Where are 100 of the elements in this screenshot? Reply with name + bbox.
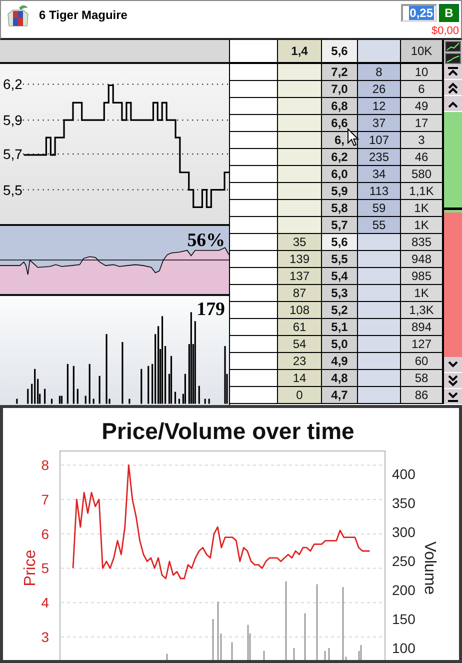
back-amount-cell[interactable]	[278, 132, 322, 148]
chart-icon[interactable]	[445, 41, 461, 52]
traded-volume-cell: 127	[401, 336, 444, 352]
back-amount-cell[interactable]	[278, 183, 322, 199]
lay-amount-cell[interactable]	[358, 268, 401, 284]
back-amount-cell[interactable]: 35	[278, 234, 322, 250]
back-amount-cell[interactable]: 14	[278, 370, 322, 386]
lay-amount-cell[interactable]	[358, 302, 401, 318]
axis-label: 4	[41, 594, 49, 611]
price-cell[interactable]: 5,0	[322, 336, 358, 352]
lay-amount-cell[interactable]	[358, 319, 401, 335]
back-amount-cell[interactable]	[278, 115, 322, 131]
axis-label: 6	[41, 526, 49, 542]
axis-label: 3	[41, 629, 49, 645]
back-amount-cell[interactable]: 137	[278, 268, 322, 284]
down-button[interactable]	[444, 357, 462, 373]
lay-amount-cell[interactable]: 59	[358, 200, 401, 216]
price-cell[interactable]: 6,6	[322, 115, 358, 131]
runner-name: 6 Tiger Maguire	[39, 8, 128, 22]
axis-label: 5	[41, 560, 49, 576]
back-amount-cell[interactable]: 139	[278, 251, 322, 267]
price-cell[interactable]: 7,2	[322, 64, 358, 80]
price-cell[interactable]: 6,2	[322, 149, 358, 165]
back-amount-cell[interactable]: 54	[278, 336, 322, 352]
price-cell[interactable]: 5,5	[322, 251, 358, 267]
lay-amount-cell[interactable]: 8	[358, 64, 401, 80]
traded-volume-cell: 894	[401, 319, 444, 335]
lay-amount-cell[interactable]: 107	[358, 132, 401, 148]
price-cell[interactable]: 5,6	[322, 234, 358, 250]
lay-amount-cell[interactable]: 55	[358, 217, 401, 233]
price-cell[interactable]: 5,1	[322, 319, 358, 335]
traded-volume-cell: 948	[401, 251, 444, 267]
axis-label: 5,7	[2, 146, 22, 162]
price-cell[interactable]: 4,8	[322, 370, 358, 386]
traded-volume-cell: 1K	[401, 217, 444, 233]
axis-label: 6,2	[2, 76, 22, 92]
chart-icon[interactable]	[445, 53, 461, 64]
back-amount-cell[interactable]	[278, 64, 322, 80]
lay-amount-cell[interactable]	[358, 387, 401, 403]
page-up-button[interactable]	[444, 80, 462, 96]
back-total-cell: 1,4	[278, 40, 322, 62]
lay-amount-cell[interactable]: 12	[358, 98, 401, 114]
scroll-bottom-button[interactable]	[444, 389, 462, 405]
up-button[interactable]	[444, 96, 462, 112]
page-down-button[interactable]	[444, 373, 462, 389]
back-amount-cell[interactable]	[278, 200, 322, 216]
price-cell[interactable]: 7,0	[322, 81, 358, 97]
traded-volume-cell: 6	[401, 81, 444, 97]
volume-axis-label: 300	[392, 524, 416, 540]
back-amount-cell[interactable]: 87	[278, 285, 322, 301]
back-amount-cell[interactable]: 23	[278, 353, 322, 369]
traded-volume-cell: 1K	[401, 285, 444, 301]
scroll-top-button[interactable]	[444, 64, 462, 80]
back-amount-cell[interactable]: 61	[278, 319, 322, 335]
price-cell[interactable]: 5,2	[322, 302, 358, 318]
lay-amount-cell[interactable]	[358, 353, 401, 369]
traded-volume-cell: 985	[401, 268, 444, 284]
lay-amount-cell[interactable]	[358, 234, 401, 250]
lay-amount-cell[interactable]: 37	[358, 115, 401, 131]
price-cell[interactable]: 6,0	[322, 166, 358, 182]
lay-amount-cell[interactable]	[358, 336, 401, 352]
lay-amount-cell[interactable]: 26	[358, 81, 401, 97]
traded-volume-cell: 17	[401, 115, 444, 131]
back-button[interactable]: B	[439, 4, 459, 22]
price-cell[interactable]: 5,4	[322, 268, 358, 284]
lay-amount-cell[interactable]: 113	[358, 183, 401, 199]
axis-label: 5,5	[2, 182, 22, 198]
price-cell[interactable]: 5,7	[322, 217, 358, 233]
traded-total-cell: 10K	[401, 40, 444, 62]
traded-volume-cell: 580	[401, 166, 444, 182]
lay-amount-cell[interactable]: 235	[358, 149, 401, 165]
price-cell[interactable]: 5,3	[322, 285, 358, 301]
back-amount-cell[interactable]: 0	[278, 387, 322, 403]
chevron-up-icon	[447, 100, 459, 108]
back-amount-cell[interactable]: 108	[278, 302, 322, 318]
back-amount-cell[interactable]	[278, 81, 322, 97]
volume-axis-label: 150	[392, 611, 416, 627]
back-amount-cell[interactable]	[278, 217, 322, 233]
price-cell[interactable]: 6,8	[322, 98, 358, 114]
price-cell[interactable]: 5,9	[322, 183, 358, 199]
stake-field[interactable]: 0,25	[401, 4, 437, 22]
volume-axis-label: 400	[392, 466, 416, 482]
back-amount-cell[interactable]	[278, 98, 322, 114]
axis-label: 5,9	[2, 112, 22, 128]
lay-amount-cell[interactable]	[358, 370, 401, 386]
traded-volume-cell: 86	[401, 387, 444, 403]
price-cell[interactable]: 4,7	[322, 387, 358, 403]
scroll-top-icon	[447, 66, 459, 76]
back-amount-cell[interactable]	[278, 166, 322, 182]
traded-volume-cell: 1,1K	[401, 183, 444, 199]
traded-volume-cell: 835	[401, 234, 444, 250]
price-cell[interactable]: 5,8	[322, 200, 358, 216]
axis-title: Price	[22, 550, 39, 586]
back-amount-cell[interactable]	[278, 149, 322, 165]
axis-label: 8	[41, 457, 49, 474]
price-cell[interactable]: 4,9	[322, 353, 358, 369]
lay-amount-cell[interactable]	[358, 285, 401, 301]
lay-amount-cell[interactable]: 34	[358, 166, 401, 182]
lay-amount-cell[interactable]	[358, 251, 401, 267]
volume-axis-title: Volume	[421, 541, 438, 595]
